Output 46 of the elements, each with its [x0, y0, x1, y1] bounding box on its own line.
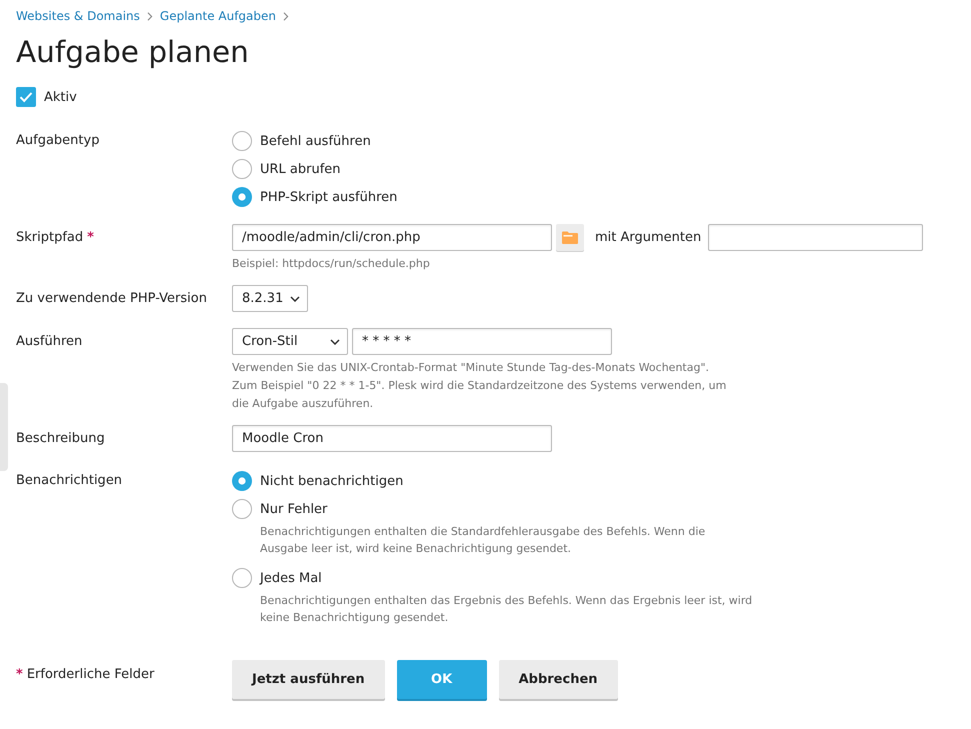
radio-button[interactable] — [232, 159, 252, 179]
field-label: Aufgabentyp — [16, 133, 100, 148]
folder-icon — [562, 231, 578, 244]
sidebar-handle[interactable] — [0, 383, 8, 471]
field-label: Ausführen — [16, 334, 82, 349]
radio-label[interactable]: Nur Fehler — [260, 502, 328, 516]
radio-button[interactable] — [232, 131, 252, 151]
field-label: Benachrichtigen — [16, 473, 122, 488]
checkbox-label[interactable]: Aktiv — [44, 90, 77, 104]
arguments-field[interactable] — [708, 224, 924, 251]
required-note: Erforderliche Felder — [26, 667, 154, 683]
field-hint: Beispiel: httpdocs/run/schedule.php — [232, 256, 430, 272]
radio-label[interactable]: PHP-Skript ausführen — [260, 190, 398, 204]
required-mark: * — [87, 230, 94, 245]
breadcrumb-link[interactable]: Geplante Aufgaben — [160, 8, 276, 24]
browse-button[interactable] — [556, 224, 584, 251]
required-mark: * — [16, 667, 23, 683]
radio-button[interactable] — [232, 499, 252, 519]
chevron-icon — [146, 12, 153, 20]
caret-icon — [290, 296, 300, 302]
cron-field[interactable]: * * * * * — [352, 328, 612, 355]
radio-label[interactable]: Jedes Mal — [260, 570, 322, 586]
field-label: Beschreibung — [16, 431, 105, 446]
option-hint: Benachrichtigungen enthalten das Ergebnis des Befehls. Wenn das Ergebnis leer ist, wird keine Benachrichtigung gesendet. — [260, 593, 754, 626]
field-label: mit Argumenten — [595, 230, 702, 245]
radio-button[interactable] — [232, 471, 252, 491]
script-path-field[interactable]: /moodle/admin/cli/cron.php — [232, 224, 552, 251]
description-field[interactable]: Moodle Cron — [232, 425, 552, 452]
action-button[interactable]: Jetzt ausführen — [232, 660, 385, 699]
radio-label[interactable]: URL abrufen — [260, 162, 341, 176]
radio-label[interactable]: Nicht benachrichtigen — [260, 474, 404, 488]
action-button[interactable]: Abbrechen — [498, 660, 618, 699]
version-select[interactable]: 8.2.31 — [232, 285, 308, 312]
schedule-mode-select[interactable]: Cron-Stil — [232, 328, 348, 355]
field-label: Skriptpfad — [16, 230, 84, 245]
chevron-icon — [283, 12, 289, 20]
radio-button[interactable] — [232, 568, 252, 588]
page-title: Aufgabe planen — [16, 34, 249, 70]
field-hint: Verwenden Sie das UNIX-Crontab-Format "Minute Stunde Tag-des-Monats Wochentag". Zum Beispiel "0 22 * * 1-5". Plesk wird die Standardzeitzone des Systems verwenden, um die Aufgabe auszuführen. — [232, 360, 728, 412]
caret-icon — [330, 338, 340, 344]
field-label: Zu verwendende PHP-Version — [16, 291, 207, 306]
checkbox[interactable] — [16, 87, 36, 107]
radio-label[interactable]: Befehl ausführen — [260, 134, 371, 148]
option-hint: Benachrichtigungen enthalten die Standardfehlerausgabe des Befehls. Wenn die Ausgabe leer ist, wird keine Benachrichtigung gesendet. — [260, 524, 706, 557]
radio-button[interactable] — [232, 187, 252, 207]
breadcrumb-link[interactable]: Websites & Domains — [16, 8, 140, 24]
